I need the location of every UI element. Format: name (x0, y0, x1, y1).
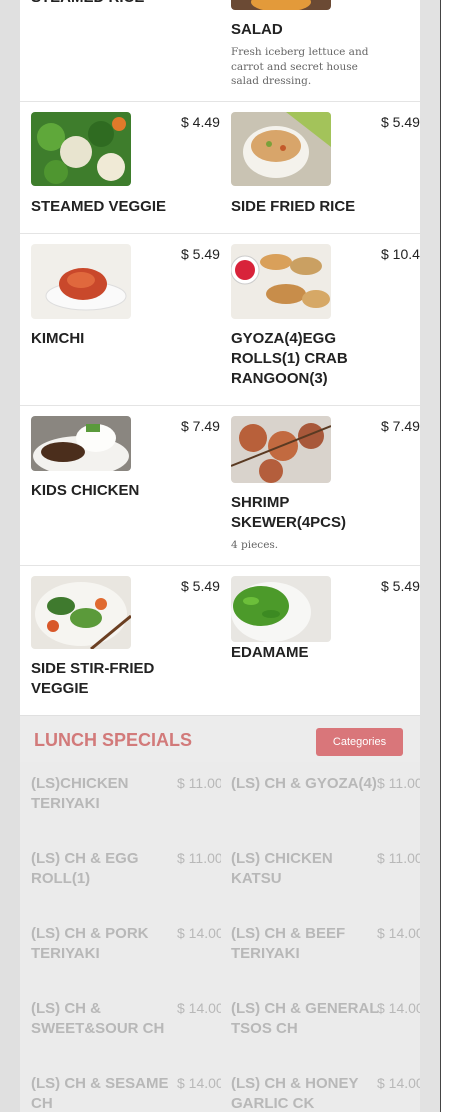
item-photo (231, 112, 331, 186)
item-price: $ 11.00 (177, 775, 221, 791)
item-name: (LS) CH & GYOZA(4) (231, 775, 377, 792)
item-photo (31, 112, 131, 186)
item-price: $ 14.00 (377, 1075, 420, 1091)
menu-item[interactable]: $ 5.49 KIMCHI (31, 233, 221, 405)
item-name: (LS)CHICKEN TERIYAKI (31, 775, 129, 812)
scroll-gutter (420, 0, 440, 1112)
item-price: $ 14.00 (177, 1075, 221, 1091)
item-description: 4 pieces. (231, 539, 279, 551)
item-price: $ 5.49 (381, 578, 420, 594)
item-price: $ 7.49 (181, 418, 220, 434)
item-name: SALAD (231, 21, 283, 38)
menu-item[interactable]: STEAMED RICE (31, 0, 221, 101)
menu-panel: STEAMED RICE SALAD Fresh iceberg lettuce… (20, 0, 420, 1112)
menu-item[interactable]: (LS) CH & EGG ROLL(1) $ 11.00 (31, 837, 221, 912)
item-photo (231, 416, 331, 483)
item-photo (231, 576, 331, 642)
item-photo (31, 416, 131, 471)
item-name: (LS) CH & GENERAL TSOS CH (231, 1000, 379, 1037)
item-name: SIDE FRIED RICE (231, 198, 356, 215)
item-name: EDAMAME (231, 644, 309, 661)
menu-row: (LS) CH & SESAME CH $ 14.00 (LS) CH & HO… (20, 1062, 420, 1112)
menu-item[interactable]: SALAD Fresh iceberg lettuce and carrot a… (231, 0, 420, 101)
menu-row: (LS) CH & PORK TERIYAKI $ 14.00 (LS) CH … (20, 912, 420, 988)
menu-item[interactable]: $ 5.49 EDAMAME (231, 565, 420, 715)
menu-item[interactable]: (LS) CH & GENERAL TSOS CH $ 14.00 (231, 987, 420, 1062)
menu-item[interactable]: $ 7.49 KIDS CHICKEN (31, 405, 221, 565)
item-price: $ 10.49 (381, 246, 420, 262)
menu-row: $ 7.49 KIDS CHICKEN $ 7.49 SHRIMP SKEWER… (20, 405, 420, 566)
item-price: $ 14.00 (177, 1000, 221, 1016)
item-name: (LS) CH & SESAME CH (31, 1075, 169, 1112)
menu-item[interactable]: (LS) CH & SWEET&SOUR CH $ 14.00 (31, 987, 221, 1062)
menu-item[interactable]: $ 10.49 GYOZA(4)EGG ROLLS(1) CRAB RANGOO… (231, 233, 420, 405)
item-name: GYOZA(4)EGG ROLLS(1) CRAB RANGOON(3) (231, 330, 348, 387)
item-name: SHRIMP SKEWER(4PCS) (231, 494, 347, 531)
item-price: $ 5.49 (181, 578, 220, 594)
page-margin (441, 0, 450, 1112)
item-photo (231, 0, 331, 10)
menu-item[interactable]: (LS)CHICKEN TERIYAKI $ 11.00 (31, 762, 221, 837)
section-title: LUNCH SPECIALS (34, 730, 193, 750)
menu-item[interactable]: (LS) CH & SESAME CH $ 14.00 (31, 1062, 221, 1112)
item-photo (31, 244, 131, 319)
menu-item[interactable]: (LS) CH & GYOZA(4) $ 11.00 (231, 762, 420, 837)
menu-item[interactable]: (LS) CH & BEEF TERIYAKI $ 14.00 (231, 912, 420, 987)
item-price: $ 5.49 (381, 114, 420, 130)
menu-item[interactable]: (LS) CH & HONEY GARLIC CK $ 14.00 (231, 1062, 420, 1112)
item-name: (LS) CH & HONEY GARLIC CK (231, 1075, 359, 1112)
menu-row: (LS) CH & SWEET&SOUR CH $ 14.00 (LS) CH … (20, 987, 420, 1063)
item-price: $ 14.00 (177, 925, 221, 941)
menu-item[interactable]: $ 5.49 SIDE STIR-FRIED VEGGIE (31, 565, 221, 715)
item-description: Fresh iceberg lettuce and carrot and sec… (231, 46, 369, 87)
item-name: (LS) CH & BEEF TERIYAKI (231, 925, 346, 962)
item-photo (231, 244, 331, 319)
section-header: LUNCH SPECIALS Categories (20, 715, 420, 763)
item-name: STEAMED VEGGIE (31, 198, 167, 215)
item-price: $ 14.00 (377, 1000, 420, 1016)
item-price: $ 11.00 (177, 850, 221, 866)
item-name: (LS) CHICKEN KATSU (231, 850, 333, 887)
item-price: $ 11.00 (377, 850, 420, 866)
item-name: (LS) CH & SWEET&SOUR CH (31, 1000, 165, 1037)
item-price: $ 4.49 (181, 114, 220, 130)
item-photo (31, 576, 131, 649)
item-price: $ 5.49 (181, 246, 220, 262)
item-name: STEAMED RICE (31, 0, 181, 8)
menu-item[interactable]: $ 4.49 STEAMED VEGGIE (31, 101, 221, 233)
menu-row: STEAMED RICE SALAD Fresh iceberg lettuce… (20, 0, 420, 102)
item-price: $ 7.49 (381, 418, 420, 434)
menu-row: $ 4.49 STEAMED VEGGIE $ 5.49 SIDE FRIED … (20, 101, 420, 234)
menu-item[interactable]: $ 7.49 SHRIMP SKEWER(4PCS) 4 pieces. (231, 405, 420, 565)
menu-row: (LS)CHICKEN TERIYAKI $ 11.00 (LS) CH & G… (20, 762, 420, 838)
menu-row: $ 5.49 KIMCHI $ 10.49 GYOZA(4)EGG ROLLS(… (20, 233, 420, 406)
categories-button[interactable]: Categories (316, 728, 403, 756)
item-price: $ 11.00 (377, 775, 420, 791)
item-price: $ 14.00 (377, 925, 420, 941)
menu-item[interactable]: (LS) CHICKEN KATSU $ 11.00 (231, 837, 420, 912)
item-name: (LS) CH & PORK TERIYAKI (31, 925, 149, 962)
item-name: SIDE STIR-FRIED VEGGIE (31, 660, 155, 697)
item-name: KIMCHI (31, 330, 85, 347)
menu-row: (LS) CH & EGG ROLL(1) $ 11.00 (LS) CHICK… (20, 837, 420, 913)
menu-item[interactable]: (LS) CH & PORK TERIYAKI $ 14.00 (31, 912, 221, 987)
item-name: (LS) CH & EGG ROLL(1) (31, 850, 139, 887)
item-name: KIDS CHICKEN (31, 482, 140, 499)
menu-row: $ 5.49 SIDE STIR-FRIED VEGGIE $ 5.49 EDA… (20, 565, 420, 716)
menu-item[interactable]: $ 5.49 SIDE FRIED RICE (231, 101, 420, 233)
